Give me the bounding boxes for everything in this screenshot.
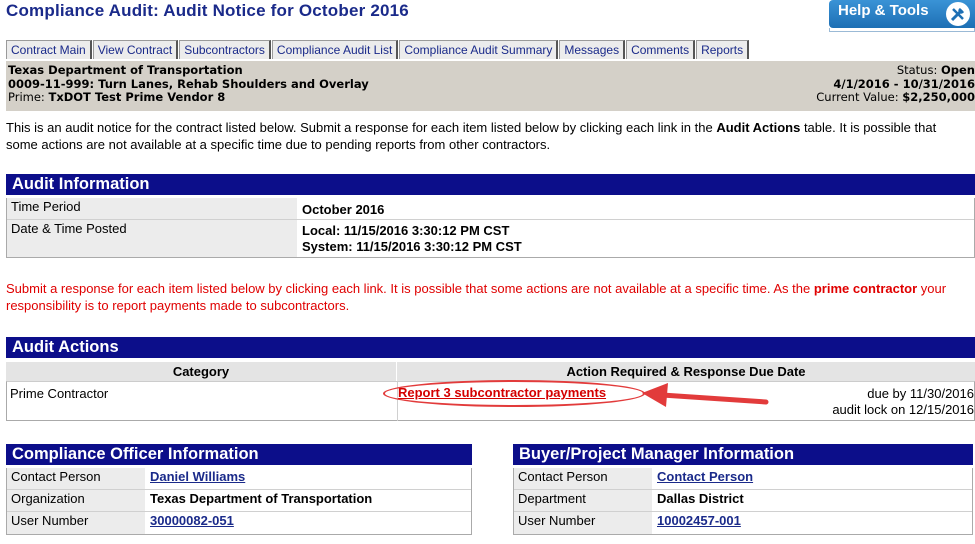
co-contact-label: Contact Person: [7, 468, 145, 489]
buyer-dept-value: Dallas District: [657, 491, 744, 506]
buyer-contact-link[interactable]: Contact Person: [652, 468, 758, 489]
co-org-value: Texas Department of Transportation: [150, 491, 373, 506]
audit-info-header: Audit Information: [6, 174, 975, 195]
action-due-info: due by 11/30/2016 audit lock on 12/15/20…: [832, 386, 974, 418]
co-row-contact: Contact Person Daniel Williams: [7, 468, 471, 490]
audit-actions-header: Audit Actions: [6, 337, 975, 358]
contract-status: Status: Open: [816, 63, 975, 78]
compliance-officer-table: Contact Person Daniel Williams Organizat…: [6, 468, 472, 535]
status-value: Open: [941, 63, 975, 77]
prime-responsibility-note: Submit a response for each item listed b…: [6, 281, 966, 314]
note-part-1: Submit a response for each item listed b…: [6, 281, 814, 296]
audit-info-table: Time Period October 2016 Date & Time Pos…: [6, 198, 975, 258]
buyer-row-contact: Contact Person Contact Person: [514, 468, 972, 490]
prime-value: TxDOT Test Prime Vendor 8: [48, 90, 226, 104]
annotation-arrow-icon: [642, 383, 769, 407]
posted-values: Local: 11/15/2016 3:30:12 PM CST System:…: [297, 220, 527, 257]
help-tools-label: Help & Tools: [838, 2, 929, 19]
time-period-value: October 2016: [302, 202, 385, 217]
contract-value: Current Value: $2,250,000: [816, 90, 975, 105]
buyer-user-label: User Number: [514, 512, 652, 534]
tab-view-contract[interactable]: View Contract: [92, 40, 179, 59]
contract-agency: Texas Department of Transportation: [8, 63, 243, 77]
help-tools-button[interactable]: Help & Tools: [829, 0, 975, 28]
note-bold: prime contractor: [813, 281, 918, 296]
tab-comments[interactable]: Comments: [626, 40, 696, 59]
intro-text: This is an audit notice for the contract…: [6, 120, 971, 153]
co-row-org: Organization Texas Department of Transpo…: [7, 490, 471, 512]
buyer-user-link[interactable]: 10002457-001: [652, 512, 746, 534]
co-contact-link[interactable]: Daniel Williams: [145, 468, 250, 489]
contract-name: 0009-11-999: Turn Lanes, Rehab Shoulders…: [8, 76, 369, 91]
audit-info-row-posted: Date & Time Posted Local: 11/15/2016 3:3…: [7, 220, 974, 257]
buyer-header: Buyer/Project Manager Information: [513, 444, 973, 465]
value-amount: $2,250,000: [902, 90, 975, 104]
co-org-label: Organization: [7, 490, 145, 511]
posted-local: Local: 11/15/2016 3:30:12 PM CST: [302, 223, 510, 238]
co-user-label: User Number: [7, 512, 145, 534]
compliance-officer-header: Compliance Officer Information: [6, 444, 472, 465]
tab-compliance-audit-list[interactable]: Compliance Audit List: [271, 40, 399, 59]
page-title: Compliance Audit: Audit Notice for Octob…: [6, 1, 409, 20]
time-period-label: Time Period: [7, 198, 297, 219]
value-label: Current Value:: [816, 90, 899, 104]
buyer-dept-label: Department: [514, 490, 652, 511]
buyer-row-user: User Number 10002457-001: [514, 512, 972, 534]
col-action-required: Action Required & Response Due Date: [397, 362, 975, 381]
co-user-link[interactable]: 30000082-051: [145, 512, 239, 534]
tab-reports[interactable]: Reports: [696, 40, 750, 59]
action-category: Prime Contractor: [10, 386, 109, 401]
prime-label: Prime:: [8, 90, 45, 104]
buyer-table: Contact Person Contact Person Department…: [513, 468, 973, 535]
status-label: Status:: [896, 63, 938, 77]
intro-part-1: This is an audit notice for the contract…: [6, 120, 717, 135]
posted-label: Date & Time Posted: [7, 220, 297, 257]
co-row-user: User Number 30000082-051: [7, 512, 471, 534]
contract-header: Texas Department of Transportation 0009-…: [6, 61, 975, 111]
tab-contract-main[interactable]: Contract Main: [6, 40, 92, 59]
tab-subcontractors[interactable]: Subcontractors: [179, 40, 271, 59]
posted-system: System: 11/15/2016 3:30:12 PM CST: [302, 239, 522, 254]
action-due-date: due by 11/30/2016: [867, 386, 974, 401]
tab-bar: Contract Main View Contract Subcontracto…: [6, 40, 750, 59]
help-tools-underline: [829, 28, 975, 32]
audit-info-row-time: Time Period October 2016: [7, 198, 974, 220]
action-lock-date: audit lock on 12/15/2016: [832, 402, 974, 417]
contract-prime: Prime: TxDOT Test Prime Vendor 8: [8, 90, 369, 105]
tools-icon: [946, 2, 970, 26]
tab-messages[interactable]: Messages: [559, 40, 626, 59]
contract-dates: 4/1/2016 - 10/31/2016: [833, 76, 975, 91]
col-category: Category: [6, 362, 396, 381]
tab-compliance-audit-summary[interactable]: Compliance Audit Summary: [399, 40, 559, 59]
report-subcontractor-payments-link[interactable]: Report 3 subcontractor payments: [398, 385, 606, 400]
buyer-contact-label: Contact Person: [514, 468, 652, 489]
intro-bold: Audit Actions: [716, 120, 801, 135]
buyer-row-dept: Department Dallas District: [514, 490, 972, 512]
